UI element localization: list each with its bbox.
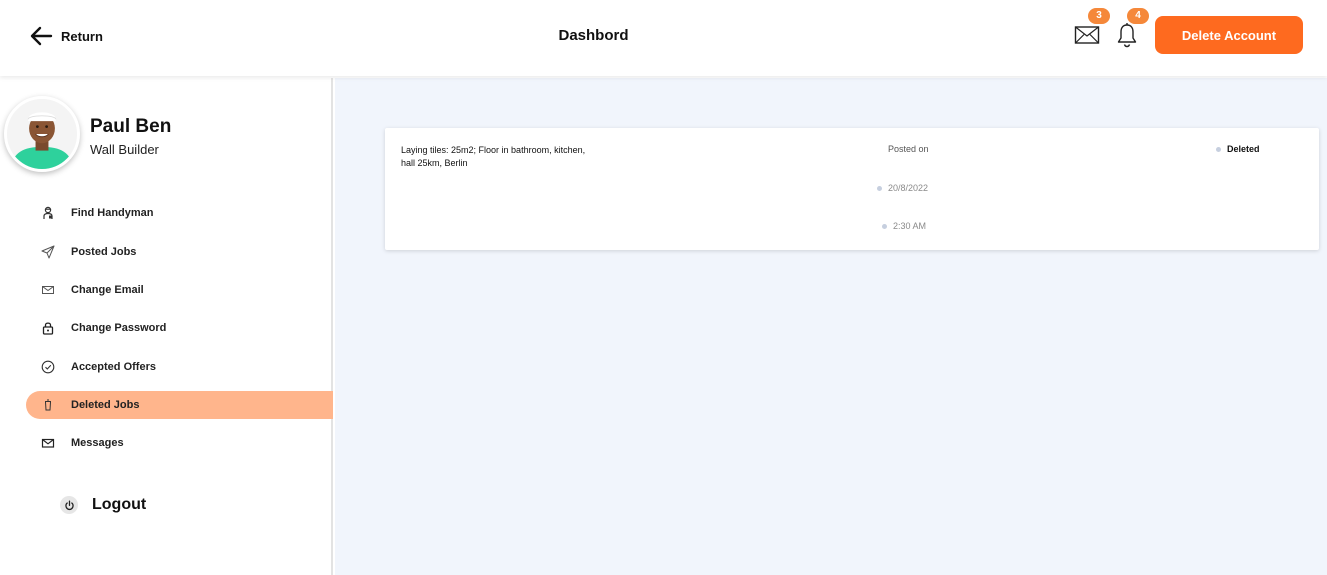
trash-icon <box>41 398 55 412</box>
sidebar-item-label: Change Email <box>71 284 144 296</box>
profile-name: Paul Ben <box>90 116 172 137</box>
envelope-icon <box>1074 26 1100 44</box>
worker-icon <box>41 206 55 220</box>
posted-time-value: 2:30 AM <box>893 221 927 231</box>
delete-account-button[interactable]: Delete Account <box>1155 16 1303 54</box>
page-title: Dashbord <box>558 27 629 44</box>
envelope-icon <box>41 283 55 297</box>
sidebar-item-change-password[interactable]: Change Password <box>26 314 333 342</box>
notifications-button[interactable] <box>1116 22 1138 48</box>
logout-button[interactable]: Logout <box>60 496 146 514</box>
sidebar-item-label: Messages <box>71 437 124 449</box>
bullet-dot-icon <box>1216 146 1221 152</box>
envelope-icon <box>41 436 55 450</box>
sidebar-item-posted-jobs[interactable]: Posted Jobs <box>26 238 333 266</box>
lock-icon <box>41 321 55 335</box>
sidebar-item-find-handyman[interactable]: Find Handyman <box>26 199 333 227</box>
sidebar-item-label: Accepted Offers <box>71 361 156 373</box>
sidebar-item-label: Posted Jobs <box>71 246 137 258</box>
check-circle-icon <box>41 360 55 374</box>
posted-time: 2:30 AM <box>882 221 926 231</box>
top-header: Return Dashbord 3 4 Delete Account <box>0 0 1327 76</box>
sidebar-item-messages[interactable]: Messages <box>26 429 333 457</box>
sidebar-item-change-email[interactable]: Change Email <box>26 276 333 304</box>
sidebar-item-label: Change Password <box>71 322 167 334</box>
posted-on-label: Posted on <box>888 144 929 154</box>
logout-label: Logout <box>92 496 147 513</box>
sidebar: Paul Ben Wall Builder Find Handyman Post… <box>0 78 333 575</box>
job-status: Deleted <box>1216 144 1260 154</box>
sidebar-item-label: Find Handyman <box>71 207 154 219</box>
mail-count-badge: 3 <box>1088 8 1110 24</box>
bullet-dot-icon <box>882 223 887 229</box>
avatar <box>4 96 80 172</box>
sidebar-item-accepted-offers[interactable]: Accepted Offers <box>26 353 333 381</box>
main-content: Laying tiles: 25m2; Floor in bathroom, k… <box>335 78 1327 575</box>
posted-date: 20/8/2022 <box>877 183 928 193</box>
sidebar-item-deleted-jobs[interactable]: Deleted Jobs <box>26 391 333 419</box>
job-description: Laying tiles: 25m2; Floor in bathroom, k… <box>401 145 586 168</box>
power-icon <box>60 496 78 514</box>
notification-count-badge: 4 <box>1127 8 1149 24</box>
profile-role: Wall Builder <box>90 142 159 157</box>
posted-date-value: 20/8/2022 <box>888 183 929 193</box>
bullet-dot-icon <box>877 185 882 191</box>
send-icon <box>41 245 55 259</box>
mail-button[interactable] <box>1074 24 1100 46</box>
bell-icon <box>1117 23 1137 48</box>
job-card[interactable]: Laying tiles: 25m2; Floor in bathroom, k… <box>385 128 1319 250</box>
sidebar-item-label: Deleted Jobs <box>71 399 140 411</box>
status-badge: Deleted <box>1227 144 1260 154</box>
profile-photo-icon <box>7 99 77 169</box>
